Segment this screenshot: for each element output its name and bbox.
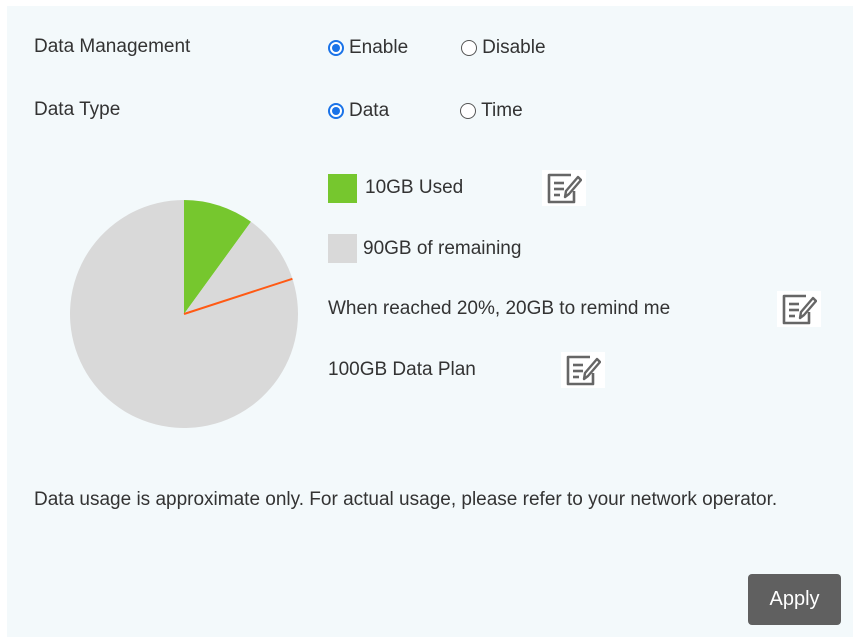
edit-icon	[566, 355, 601, 386]
data-plan-text: 100GB Data Plan	[328, 359, 476, 380]
time-radio[interactable]: Time	[460, 100, 523, 122]
edit-icon	[547, 173, 582, 204]
disable-radio[interactable]: Disable	[461, 37, 546, 59]
disable-radio-dot[interactable]	[461, 40, 478, 56]
reminder-text: When reached 20%, 20GB to remind me	[328, 298, 671, 319]
data-management-radio-group: Enable Disable	[328, 37, 546, 59]
edit-plan-icon[interactable]	[561, 352, 605, 388]
edit-reminder-icon[interactable]	[777, 291, 821, 327]
disable-radio-label: Disable	[482, 37, 546, 58]
data-management-panel: Data Management Enable Disable Data Type…	[7, 6, 853, 637]
enable-radio-dot[interactable]	[328, 40, 344, 56]
enable-radio[interactable]: Enable	[328, 37, 408, 59]
data-type-radio-group: Data Time	[328, 100, 523, 122]
data-type-label: Data Type	[34, 99, 121, 120]
used-legend-swatch	[328, 174, 357, 203]
data-radio[interactable]: Data	[328, 100, 389, 122]
usage-disclaimer: Data usage is approximate only. For actu…	[34, 489, 778, 510]
time-radio-dot[interactable]	[460, 103, 477, 119]
used-legend-label: 10GB Used	[365, 177, 464, 198]
apply-button[interactable]: Apply	[748, 574, 841, 625]
edit-used-icon[interactable]	[542, 170, 586, 206]
edit-icon	[782, 294, 817, 325]
remaining-legend-label: 90GB of remaining	[363, 238, 522, 259]
data-radio-label: Data	[349, 100, 390, 121]
remaining-legend-swatch	[328, 234, 357, 263]
enable-radio-label: Enable	[349, 37, 409, 58]
data-usage-pie-chart	[70, 200, 299, 428]
data-management-label: Data Management	[34, 36, 191, 57]
time-radio-label: Time	[481, 100, 523, 121]
data-radio-dot[interactable]	[328, 103, 344, 119]
